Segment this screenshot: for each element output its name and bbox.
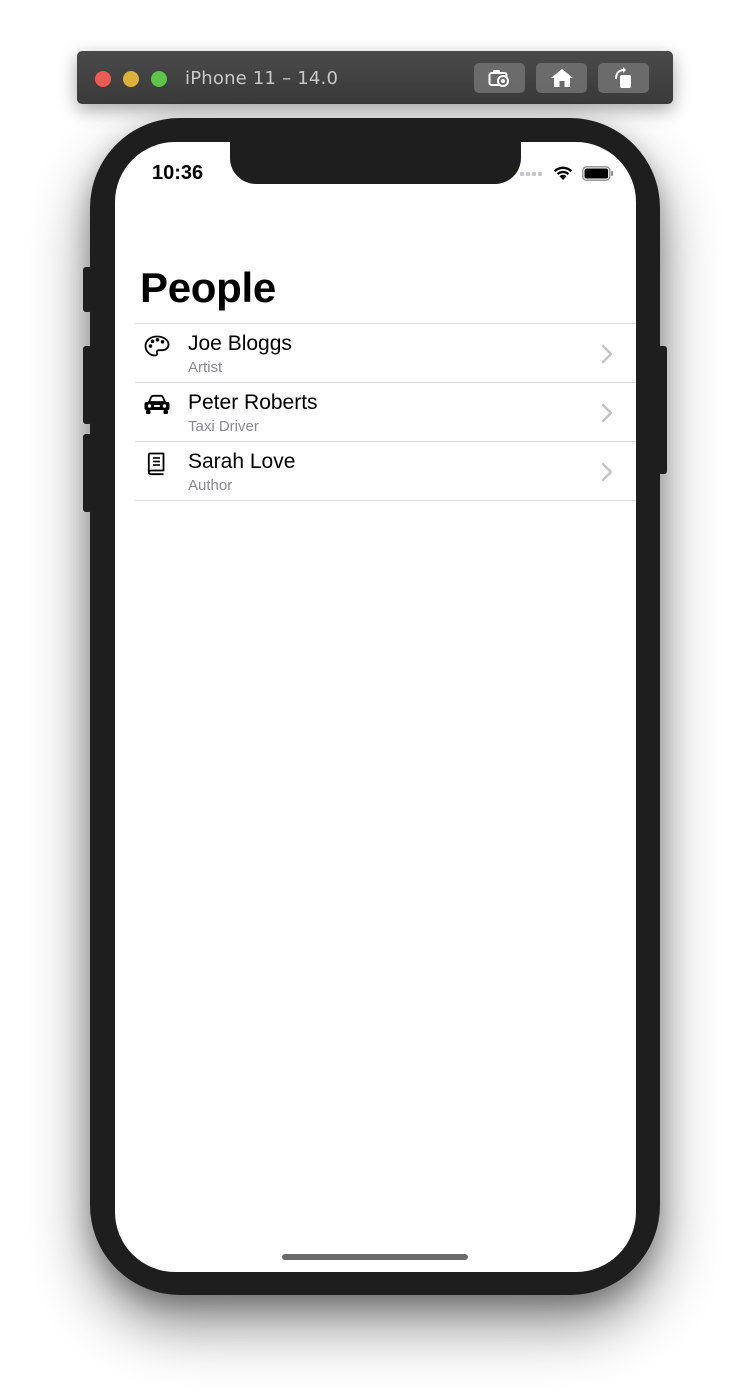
- cellular-signal-icon: [520, 172, 542, 176]
- rotate-icon: [614, 67, 631, 88]
- book-icon: [147, 452, 165, 476]
- chevron-right-icon: [601, 403, 613, 423]
- car-icon: [144, 394, 170, 414]
- power-button: [658, 346, 667, 474]
- screenshot-icon: [488, 70, 509, 87]
- status-bar-time: 10:36: [152, 162, 204, 184]
- simulator-title-bar: iPhone 11 – 14.0: [77, 51, 673, 104]
- chevron-right-icon: [601, 344, 613, 364]
- zoom-window-button[interactable]: [151, 71, 167, 87]
- home-icon: [550, 69, 573, 87]
- palette-icon: [144, 335, 170, 357]
- chevron-right-icon: [601, 462, 613, 482]
- page-title: People: [140, 264, 276, 311]
- volume-down-button: [83, 434, 92, 512]
- close-window-button[interactable]: [95, 71, 111, 87]
- screenshot-button[interactable]: [474, 63, 525, 93]
- rotate-button[interactable]: [598, 63, 649, 93]
- notch: [230, 142, 521, 184]
- person-role: Author: [188, 477, 233, 494]
- people-list: Joe Bloggs Artist Peter Roberts Taxi Dri…: [135, 323, 636, 501]
- device-screen: 10:36 People Joe Bloggs Artist Peter Rob…: [115, 142, 636, 1272]
- status-bar-icons: [520, 165, 614, 181]
- person-name: Sarah Love: [188, 450, 296, 473]
- person-role: Taxi Driver: [188, 418, 259, 435]
- home-button[interactable]: [536, 63, 587, 93]
- person-role: Artist: [188, 359, 223, 376]
- list-item[interactable]: Joe Bloggs Artist: [135, 324, 636, 383]
- home-indicator[interactable]: [282, 1254, 468, 1260]
- list-item[interactable]: Sarah Love Author: [135, 442, 636, 501]
- wifi-icon: [553, 166, 573, 180]
- person-name: Peter Roberts: [188, 391, 318, 414]
- volume-up-button: [83, 346, 92, 424]
- person-name: Joe Bloggs: [188, 332, 292, 355]
- minimize-window-button[interactable]: [123, 71, 139, 87]
- battery-icon: [582, 165, 613, 181]
- list-item[interactable]: Peter Roberts Taxi Driver: [135, 383, 636, 442]
- silent-switch: [83, 267, 92, 312]
- simulator-title: iPhone 11 – 14.0: [185, 68, 339, 89]
- simulator-window: iPhone 11 – 14.0 10:36 People Joe Bloggs…: [0, 0, 750, 1399]
